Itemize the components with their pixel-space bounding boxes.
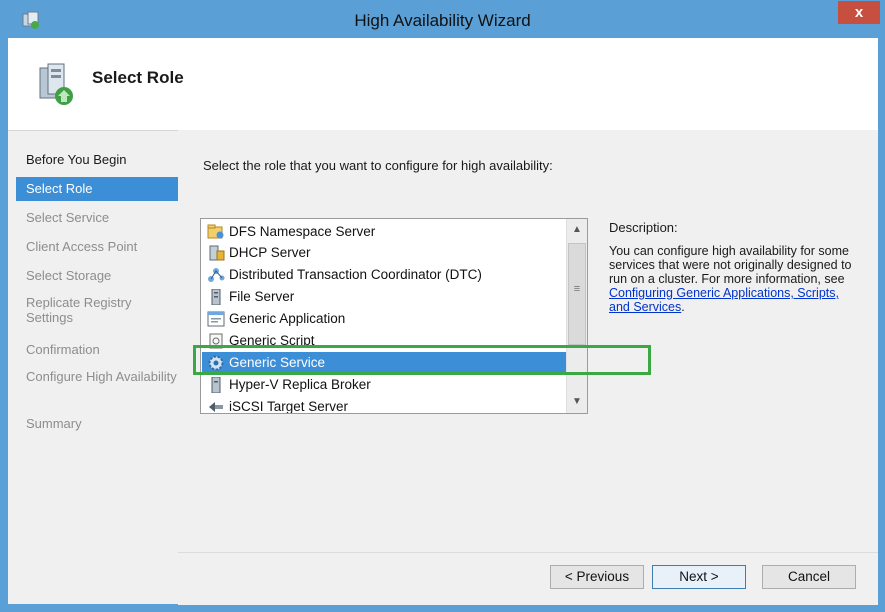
window-title: High Availability Wizard [354, 11, 531, 30]
close-button[interactable]: x [838, 1, 880, 24]
step-before-you-begin[interactable]: Before You Begin [16, 152, 180, 176]
wizard-content: Select the role that you want to configu… [178, 130, 878, 552]
configuring-generic-link[interactable]: Configuring Generic Applications, Script… [609, 286, 839, 314]
list-item-label: iSCSI Target Server [229, 399, 349, 414]
wizard-window: High Availability Wizard x Select Role B… [0, 0, 885, 612]
list-item-label: Distributed Transaction Coordinator (DTC… [229, 267, 482, 282]
role-listbox[interactable]: DFS Namespace Server DHCP Server Distrib… [200, 218, 588, 414]
step-summary[interactable]: Summary [16, 416, 180, 440]
description-body: You can configure high availability for … [609, 244, 852, 286]
description-text: You can configure high availability for … [609, 244, 854, 314]
generic-application-icon [207, 311, 225, 327]
step-client-access-point[interactable]: Client Access Point [16, 239, 180, 263]
step-select-role[interactable]: Select Role [16, 177, 180, 201]
page-title: Select Role [92, 68, 184, 87]
list-item[interactable]: Hyper-V Replica Broker [202, 374, 568, 395]
list-item-label: DFS Namespace Server [229, 224, 376, 239]
hyperv-replica-broker-icon [211, 377, 221, 393]
list-item[interactable]: File Server [202, 286, 568, 307]
dtc-icon [208, 268, 225, 282]
dfs-namespace-icon [207, 224, 224, 239]
scroll-up-icon[interactable]: ▲ [568, 221, 586, 239]
next-button[interactable]: Next > [652, 565, 746, 589]
step-select-service[interactable]: Select Service [16, 210, 180, 234]
list-item-label: Hyper-V Replica Broker [229, 377, 371, 392]
file-server-icon [211, 289, 221, 305]
selection-highlight-box [193, 345, 651, 375]
wizard-footer: < Previous Next > Cancel [178, 552, 878, 605]
title-bar[interactable]: High Availability Wizard x [0, 0, 885, 38]
list-item[interactable]: Distributed Transaction Coordinator (DTC… [202, 264, 568, 285]
list-item-label: Generic Application [229, 311, 346, 326]
list-item-label: DHCP Server [229, 245, 311, 260]
step-confirmation[interactable]: Confirmation [16, 342, 180, 366]
listbox-scrollbar[interactable]: ▲ ≡ ▼ [566, 219, 587, 413]
wizard-steps-nav: Before You Begin Select Role Select Serv… [16, 138, 180, 598]
step-replicate-registry-settings[interactable]: Replicate Registry Settings [16, 295, 180, 329]
scroll-grip-icon: ≡ [573, 283, 581, 295]
instruction-text: Select the role that you want to configu… [203, 158, 553, 173]
list-item[interactable]: Generic Application [202, 308, 568, 329]
scrollbar-thumb[interactable]: ≡ [568, 243, 586, 345]
list-item[interactable]: DFS Namespace Server [202, 221, 568, 242]
list-item-label: File Server [229, 289, 295, 304]
list-item[interactable]: DHCP Server [202, 242, 568, 263]
cancel-button[interactable]: Cancel [762, 565, 856, 589]
list-item[interactable]: iSCSI Target Server [202, 396, 568, 414]
step-select-storage[interactable]: Select Storage [16, 268, 180, 292]
wizard-client-area: Select Role Before You Begin Select Role… [8, 38, 878, 605]
scroll-down-icon[interactable]: ▼ [568, 393, 586, 411]
description-label: Description: [609, 220, 678, 235]
description-end: . [681, 300, 685, 314]
step-configure-high-availability[interactable]: Configure High Availability [16, 369, 180, 403]
wizard-header-icon [39, 63, 73, 105]
iscsi-target-icon [209, 402, 223, 412]
previous-button[interactable]: < Previous [550, 565, 644, 589]
dhcp-server-icon [209, 245, 225, 261]
wizard-header: Select Role [8, 38, 878, 131]
